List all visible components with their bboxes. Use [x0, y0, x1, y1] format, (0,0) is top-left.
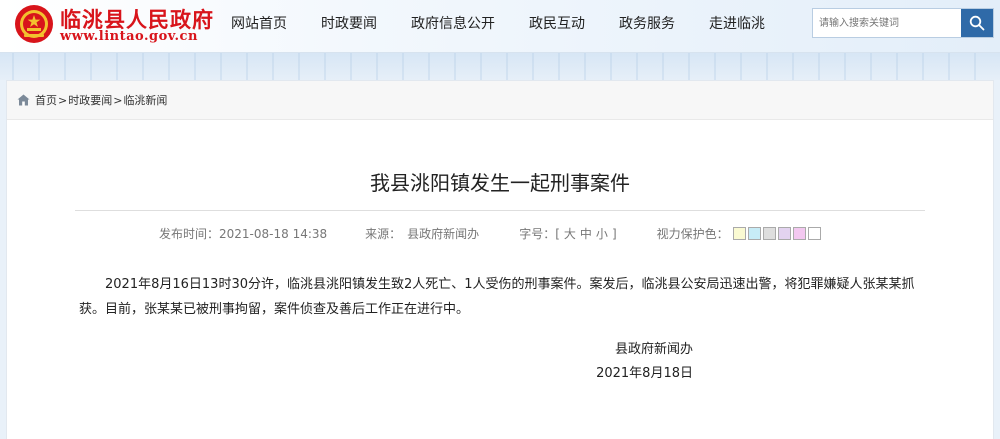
home-icon: [17, 94, 30, 106]
article-meta: 发布时间： 2021-08-18 14:38 来源： 县政府新闻办 字号： [ …: [7, 225, 993, 242]
color-swatch-blue[interactable]: [747, 227, 761, 240]
publish-label: 发布时间：: [159, 227, 220, 241]
breadcrumb-home[interactable]: 首页: [35, 92, 57, 108]
fontsize-large[interactable]: 大: [564, 225, 576, 242]
signature-date: 2021年8月18日: [596, 366, 693, 381]
nav-about[interactable]: 走进临洮: [692, 0, 782, 52]
title-divider: [75, 210, 925, 211]
source-value: 县政府新闻办: [407, 227, 480, 241]
article-signature: 县政府新闻办 2021年8月18日: [7, 338, 993, 386]
search-input[interactable]: [813, 9, 961, 37]
nav-gov-info[interactable]: 政府信息公开: [394, 0, 512, 52]
article-title: 我县洮阳镇发生一起刑事案件: [370, 171, 630, 195]
content-panel: 首页 > 时政要闻 > 临洮新闻 我县洮阳镇发生一起刑事案件 发布时间： 202…: [6, 80, 994, 439]
eye-protection-swatches: [732, 227, 823, 240]
signature-org: 县政府新闻办: [614, 342, 693, 357]
nav-interaction[interactable]: 政民互动: [512, 0, 602, 52]
decorative-band: [0, 53, 1000, 80]
eye-protection-label: 视力保护色：: [656, 227, 729, 241]
nav-news[interactable]: 时政要闻: [304, 0, 394, 52]
publish-time: 2021-08-18 14:38: [219, 226, 328, 241]
main-nav: 网站首页 时政要闻 政府信息公开 政民互动 政务服务 走进临洮: [214, 0, 782, 52]
color-swatch-gray[interactable]: [762, 227, 776, 240]
color-swatch-white[interactable]: [807, 227, 821, 240]
fontsize-small[interactable]: 小: [596, 225, 608, 242]
site-url[interactable]: www.lintao.gov.cn: [60, 29, 198, 44]
article-body: 2021年8月16日13时30分许，临洮县洮阳镇发生致2人死亡、1人受伤的刑事案…: [79, 277, 915, 317]
fontsize-bracket-open: [: [555, 226, 560, 241]
national-emblem-icon[interactable]: [14, 4, 54, 44]
fontsize-bracket-close: ]: [611, 226, 617, 241]
nav-services[interactable]: 政务服务: [602, 0, 692, 52]
color-swatch-yellow[interactable]: [732, 227, 746, 240]
breadcrumb-separator: >: [58, 93, 68, 107]
search-box: [812, 8, 994, 38]
breadcrumb-section[interactable]: 时政要闻: [68, 92, 112, 108]
breadcrumb-current[interactable]: 临洮新闻: [123, 92, 167, 108]
fontsize-medium[interactable]: 中: [580, 225, 592, 242]
color-swatch-lavender[interactable]: [777, 227, 791, 240]
fontsize-label: 字号：: [519, 227, 556, 241]
color-swatch-pink[interactable]: [792, 227, 806, 240]
magnifier-icon: [969, 15, 985, 31]
site-header: 临洮县人民政府 www.lintao.gov.cn 网站首页 时政要闻 政府信息…: [0, 0, 1000, 53]
nav-home[interactable]: 网站首页: [214, 0, 304, 52]
breadcrumb: 首页 > 时政要闻 > 临洮新闻: [7, 81, 993, 120]
breadcrumb-separator: >: [113, 93, 123, 107]
search-button[interactable]: [961, 9, 993, 37]
source-label: 来源：: [365, 227, 402, 241]
